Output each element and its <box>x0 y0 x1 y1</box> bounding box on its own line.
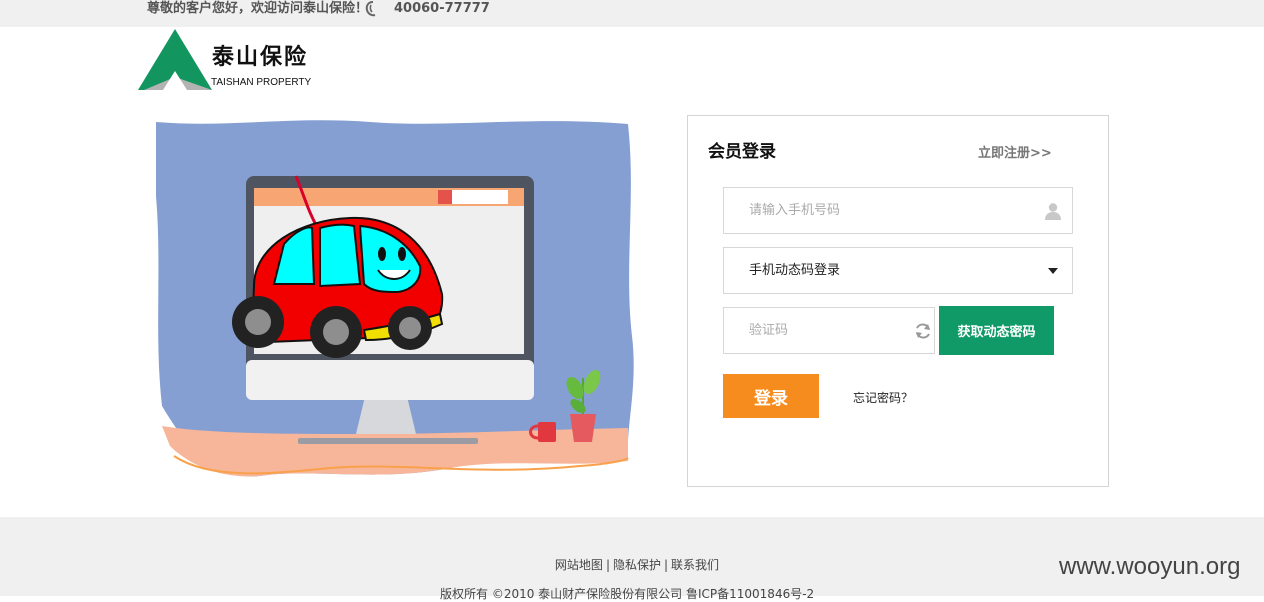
get-dynamic-code-button[interactable]: 获取动态密码 <box>939 306 1054 355</box>
copyright-text: 版权所有 ©2010 泰山财产保险股份有限公司 鲁ICP备11001846号-2 <box>440 587 815 601</box>
phone-field <box>723 187 1073 234</box>
forgot-password-link[interactable]: 忘记密码？ <box>853 391 913 405</box>
login-panel: 会员登录 立即注册>> 手机动态码登录 获取动态密码 登录 忘记密码？ <box>687 115 1109 487</box>
phone-handset-icon <box>365 1 376 17</box>
mountain-logo-icon <box>138 29 212 90</box>
verification-code-input[interactable] <box>724 308 934 353</box>
brand-name-en: TAISHAN PROPERTY <box>211 77 312 88</box>
footer-separator: | <box>605 558 610 572</box>
hero-illustration <box>150 116 636 484</box>
hotline-number: 40060-77777 <box>394 1 490 16</box>
login-title: 会员登录 <box>708 142 776 162</box>
watermark-text: www.wooyun.org <box>1059 553 1241 580</box>
login-button[interactable]: 登录 <box>723 374 819 418</box>
brand-name-cn: 泰山保险 <box>212 45 309 70</box>
footer-link-privacy[interactable]: 隐私保护 <box>613 558 661 572</box>
user-icon <box>1045 203 1061 220</box>
refresh-icon[interactable] <box>913 321 933 341</box>
top-bar: 尊敬的客户您好，欢迎访问泰山保险！ 40060-77777 <box>0 0 1264 27</box>
login-method-select[interactable]: 手机动态码登录 <box>723 247 1073 294</box>
caret-down-icon <box>1048 268 1058 274</box>
code-field <box>723 307 935 354</box>
footer-link-sitemap[interactable]: 网站地图 <box>555 558 603 572</box>
phone-input[interactable] <box>724 188 1072 233</box>
login-method-value: 手机动态码登录 <box>749 263 841 278</box>
register-link[interactable]: 立即注册>> <box>978 146 1052 162</box>
footer-link-contact[interactable]: 联系我们 <box>671 558 719 572</box>
welcome-text: 尊敬的客户您好，欢迎访问泰山保险！ <box>147 1 369 16</box>
computer-with-car-illustration-icon <box>156 120 634 477</box>
footer-separator: | <box>664 558 669 572</box>
site-logo[interactable]: 泰山保险 TAISHAN PROPERTY <box>138 27 328 93</box>
